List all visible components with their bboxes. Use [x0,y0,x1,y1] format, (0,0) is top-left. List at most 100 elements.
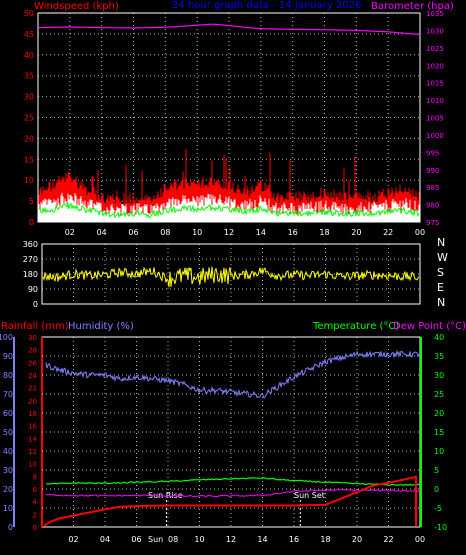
humidity-tick-label: 50 [3,428,13,437]
rainfall-tick-label: 30 [28,334,37,342]
x-tick-label: 16 [289,535,299,544]
temperature-tick-label: 0 [434,485,439,494]
compass-label: N [437,236,445,249]
rainfall-tick-label: 28 [28,347,37,355]
compass-label: S [437,266,444,279]
humidity-tick-label: 60 [3,409,13,418]
windspeed-tick-label: 25 [24,114,34,123]
x-tick-label: 14 [256,228,266,237]
direction-tick-label: 270 [23,255,38,264]
windspeed-tick-label: 35 [24,72,34,81]
x-tick-label: 18 [320,535,330,544]
x-tick-label: 00 [415,228,425,237]
barometer-tick-label: 995 [426,149,439,157]
rainfall-tick-label: 2 [33,511,37,519]
x-tick-label: 08 [160,228,170,237]
temperature-tick-label: -5 [434,504,442,513]
rainfall-tick-label: 4 [33,499,38,507]
compass-label: N [437,296,445,309]
x-tick-label: 08 [168,535,178,544]
x-tick-label: 02 [65,228,75,237]
rainfall-axis-label: Rainfall (mm) [1,321,69,332]
x-tick-label: 12 [226,535,236,544]
rainfall-tick-label: 10 [28,461,37,469]
barometer-tick-label: 1000 [426,132,444,140]
direction-tick-label: 180 [23,270,38,279]
x-tick-label: 22 [383,535,393,544]
humidity-tick-label: 0 [8,523,13,532]
windspeed-tick-label: 20 [24,134,34,143]
x-tick-label: 04 [100,535,110,544]
direction-tick-label: 0 [33,300,38,309]
direction-tick-label: 90 [28,285,38,294]
x-tick-label: 18 [319,228,329,237]
x-tick-label: 14 [257,535,267,544]
rainfall-tick-label: 0 [33,524,37,532]
x-tick-label: 10 [194,535,204,544]
weather-graphs: Windspeed (kph) 24 hour graph data - 14 … [0,0,466,555]
x-tick-label: 04 [97,228,107,237]
temperature-axis-label: Temperature (°C) [312,321,399,332]
barometer-tick-label: 1030 [426,27,444,35]
x-tick-label: 00 [415,535,425,544]
barometer-tick-label: 990 [426,167,439,175]
rainfall-tick-label: 12 [28,448,37,456]
x-tick-label: 20 [352,535,362,544]
barometer-tick-label: 1025 [426,45,444,53]
temperature-tick-label: 5 [434,466,439,475]
windspeed-tick-label: 15 [24,155,34,164]
temperature-tick-label: 25 [434,390,444,399]
windspeed-tick-label: 30 [24,93,34,102]
sun-marker-label: Sun [148,535,163,544]
x-tick-label: 10 [192,228,202,237]
temperature-tick-label: 10 [434,447,444,456]
windspeed-tick-label: 50 [24,9,34,18]
temperature-tick-label: 30 [434,371,444,380]
compass-label: W [437,251,448,264]
x-tick-label: 02 [68,535,78,544]
rainfall-tick-label: 16 [28,423,37,431]
barometer-tick-label: 1020 [426,62,444,70]
rainfall-tick-label: 18 [28,410,37,418]
humidity-tick-label: 100 [0,333,13,342]
windspeed-tick-label: 45 [24,30,34,39]
x-tick-label: 06 [128,228,138,237]
compass-label: E [437,281,444,294]
humidity-tick-label: 70 [3,390,13,399]
barometer-tick-label: 1035 [426,10,444,18]
barometer-tick-label: 980 [426,202,439,210]
humidity-tick-label: 30 [3,466,13,475]
rainfall-tick-label: 8 [33,473,37,481]
temperature-tick-label: 15 [434,428,444,437]
dew-point-axis-label: Dew Point (°C) [393,321,466,332]
temperature-tick-label: 40 [434,333,444,342]
barometer-tick-label: 1005 [426,115,444,123]
graph-title: 24 hour graph data - 14 January 2026 [172,0,361,11]
temperature-tick-label: 20 [434,409,444,418]
direction-tick-label: 360 [23,240,38,249]
rainfall-tick-label: 14 [28,435,37,443]
windspeed-tick-label: 0 [29,218,34,227]
x-tick-label: 22 [383,228,393,237]
barometer-tick-label: 1010 [426,97,444,105]
rainfall-tick-label: 24 [28,372,37,380]
humidity-tick-label: 90 [3,352,13,361]
windspeed-tick-label: 5 [29,197,34,206]
temperature-tick-label: -10 [434,523,447,532]
humidity-tick-label: 40 [3,447,13,456]
rainfall-tick-label: 6 [33,486,38,494]
humidity-axis-label: Humidity (%) [68,321,134,332]
temperature-tick-label: 35 [434,352,444,361]
humidity-tick-label: 80 [3,371,13,380]
windspeed-tick-label: 40 [24,51,34,60]
sunset-label: Sun Set [294,491,325,500]
barometer-tick-label: 1015 [426,80,444,88]
rainfall-tick-label: 20 [28,397,37,405]
barometer-tick-label: 975 [426,219,439,227]
windspeed-axis-label: Windspeed (kph) [34,1,119,12]
x-tick-label: 16 [288,228,298,237]
windspeed-tick-label: 10 [24,176,34,185]
humidity-tick-label: 20 [3,485,13,494]
barometer-tick-label: 985 [426,184,439,192]
humidity-tick-label: 10 [3,504,13,513]
